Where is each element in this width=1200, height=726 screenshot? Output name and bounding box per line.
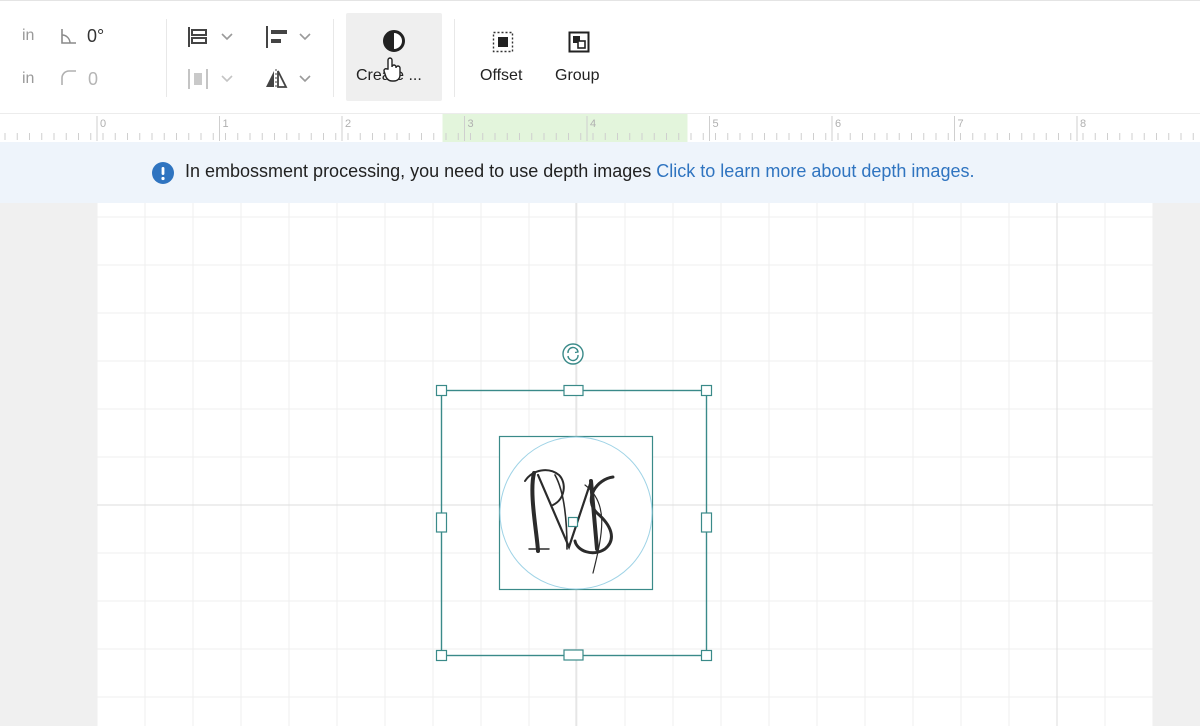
resize-handle-top-right[interactable]	[700, 384, 713, 397]
info-banner: In embossment processing, you need to us…	[0, 142, 1200, 203]
toolbar-divider	[166, 19, 167, 97]
angle-icon	[61, 29, 76, 44]
align-dropdown[interactable]	[264, 25, 316, 49]
rotate-handle[interactable]	[562, 343, 584, 365]
toolbar: in 0° in 0 Create ... Offset Group	[0, 0, 1200, 114]
arrange-icon	[188, 27, 233, 47]
offset-icon	[492, 31, 514, 53]
group-button-label: Group	[555, 67, 600, 84]
ruler-label: 6	[835, 118, 841, 130]
ruler-label: 0	[100, 118, 106, 130]
group-icon	[568, 31, 590, 53]
center-handle[interactable]	[567, 516, 579, 528]
ruler-label: 4	[590, 118, 596, 130]
hand-cursor-icon	[383, 57, 401, 82]
resize-handle-bottom-left[interactable]	[435, 649, 448, 662]
selected-image[interactable]	[498, 435, 654, 591]
banner-message: In embossment processing, you need to us…	[185, 161, 652, 181]
corner-radius-input[interactable]: 0	[88, 69, 98, 90]
canvas-area	[0, 203, 1200, 726]
selection-layer	[435, 343, 713, 662]
flip-dropdown[interactable]	[264, 67, 316, 91]
distribute-dropdown[interactable]	[186, 67, 238, 91]
contrast-icon	[383, 30, 405, 52]
ruler-label: 7	[958, 118, 964, 130]
info-icon	[152, 162, 174, 184]
resize-handle-top-left[interactable]	[435, 384, 448, 397]
ruler-label: 5	[713, 118, 719, 130]
arrange-dropdown[interactable]	[186, 25, 238, 49]
flip-icon	[266, 69, 311, 89]
toolbar-divider	[454, 19, 455, 97]
toolbar-divider	[333, 19, 334, 97]
ruler-label: 3	[468, 118, 474, 130]
offset-button[interactable]: Offset	[468, 13, 540, 101]
learn-depth-images-link[interactable]: Click to learn more about depth images.	[656, 161, 974, 181]
ruler-label: 2	[345, 118, 351, 130]
group-button[interactable]: Group	[546, 13, 612, 101]
horizontal-ruler: 0 1 2 3 4 5 6 7 8	[0, 113, 1200, 143]
radius-unit-label: in	[22, 70, 35, 87]
rotation-angle-input[interactable]: 0°	[87, 26, 104, 47]
resize-handle-left[interactable]	[435, 512, 448, 533]
angle-unit-label: in	[22, 27, 35, 44]
resize-handle-top[interactable]	[563, 384, 584, 397]
ruler-label: 1	[223, 118, 229, 130]
offset-button-label: Offset	[480, 67, 523, 84]
resize-handle-bottom-right[interactable]	[700, 649, 713, 662]
create-button[interactable]: Create ...	[346, 13, 442, 101]
distribute-icon	[188, 69, 233, 89]
resize-handle-right[interactable]	[700, 512, 713, 533]
resize-handle-bottom[interactable]	[563, 649, 584, 661]
banner-message-line: In embossment processing, you need to us…	[185, 161, 974, 182]
ruler-scale: 0 1 2 3 4 5 6 7 8	[4, 114, 1194, 142]
corner-radius-icon	[61, 70, 76, 85]
ruler-highlight	[442, 114, 688, 142]
design-page[interactable]	[97, 203, 1153, 726]
ruler-label: 8	[1080, 118, 1086, 130]
align-left-icon	[266, 26, 311, 48]
